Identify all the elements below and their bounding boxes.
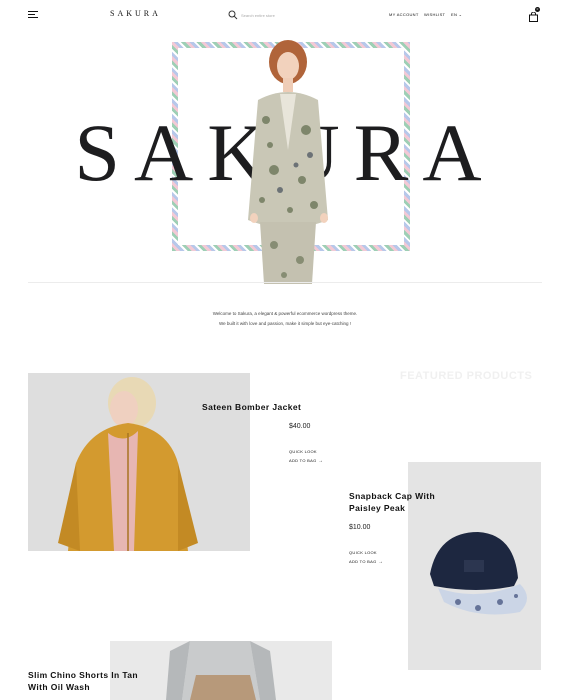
quick-look-link[interactable]: QUICK LOOK bbox=[349, 550, 377, 555]
product-name-line-1: Snapback Cap With bbox=[349, 491, 436, 501]
search-bar[interactable] bbox=[228, 10, 348, 20]
search-input[interactable] bbox=[241, 10, 341, 20]
product-name[interactable]: Snapback Cap With Paisley Peak bbox=[349, 490, 435, 514]
chevron-down-icon: ⌄ bbox=[458, 12, 463, 17]
language-selector[interactable]: EN ⌄ bbox=[451, 12, 462, 17]
product-price: $10.00 bbox=[349, 524, 371, 531]
hero-divider bbox=[28, 282, 542, 283]
hamburger-menu-icon[interactable] bbox=[28, 11, 38, 19]
add-to-bag-link[interactable]: ADD TO BAG → bbox=[289, 458, 323, 464]
cart-count-badge: 0 bbox=[535, 7, 540, 12]
search-icon[interactable] bbox=[228, 10, 238, 20]
hero-model-image bbox=[248, 40, 328, 284]
arrow-right-icon: → bbox=[377, 559, 384, 565]
product-name-line-2: Paisley Peak bbox=[349, 503, 406, 513]
featured-products-heading: FEATURED PRODUCTS bbox=[400, 370, 533, 382]
product-image-sateen-bomber-jacket[interactable] bbox=[28, 373, 250, 551]
language-label: EN bbox=[451, 12, 458, 17]
welcome-line-1: Welcome to Sakura, a elegant & powerful … bbox=[212, 311, 358, 316]
product-price: $40.00 bbox=[289, 423, 311, 430]
shopping-bag-icon bbox=[529, 11, 538, 22]
cart-button[interactable]: 0 bbox=[529, 7, 540, 22]
welcome-line-2: We built it with love and passion, make … bbox=[219, 321, 351, 326]
product-name-line-1: Slim Chino Shorts In Tan bbox=[28, 670, 139, 680]
product-image-slim-chino-shorts[interactable] bbox=[110, 641, 332, 700]
product-name[interactable]: Slim Chino Shorts In Tan With Oil Wash bbox=[28, 669, 138, 693]
arrow-right-icon: → bbox=[317, 458, 324, 464]
add-to-bag-label: ADD TO BAG bbox=[349, 559, 377, 564]
my-account-link[interactable]: MY ACCOUNT bbox=[389, 12, 419, 17]
quick-look-link[interactable]: QUICK LOOK bbox=[289, 449, 317, 454]
add-to-bag-label: ADD TO BAG bbox=[289, 458, 317, 463]
product-name[interactable]: Sateen Bomber Jacket bbox=[202, 401, 301, 413]
site-header: SAKURA MY ACCOUNT WISHLIST EN ⌄ 0 bbox=[0, 0, 570, 30]
product-name-line-2: With Oil Wash bbox=[28, 682, 90, 692]
add-to-bag-link[interactable]: ADD TO BAG → bbox=[349, 559, 383, 565]
welcome-text: Welcome to Sakura, a elegant & powerful … bbox=[0, 309, 570, 329]
site-logo[interactable]: SAKURA bbox=[110, 9, 161, 18]
wishlist-link[interactable]: WISHLIST bbox=[424, 12, 445, 17]
